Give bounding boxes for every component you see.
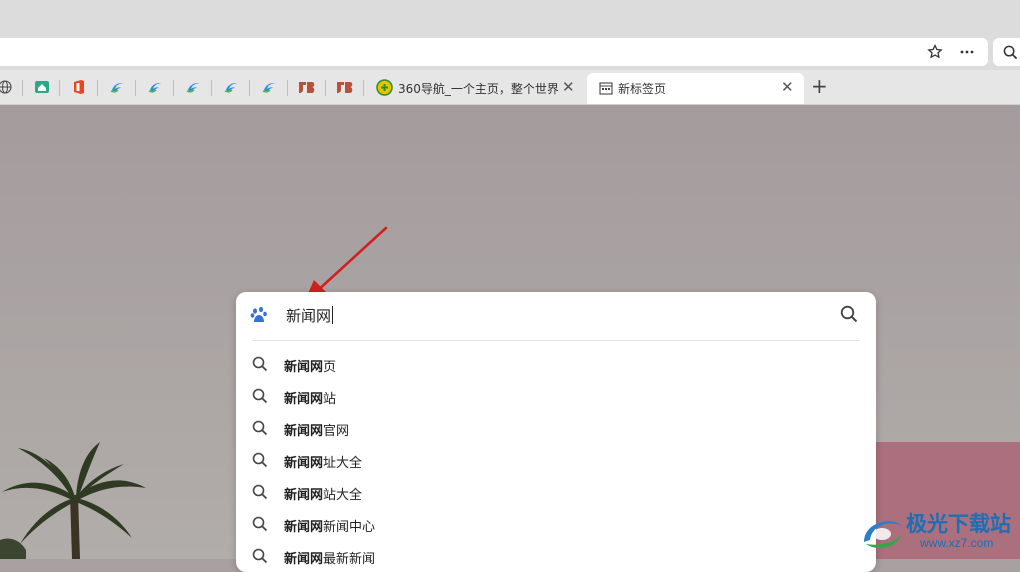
suggestion-text: 新闻网页 [284,360,337,375]
search-icon [252,516,268,532]
360-logo-icon [375,78,393,96]
globe-icon[interactable] [0,78,14,96]
aurora-logo-icon [864,521,902,549]
search-icon [252,420,268,436]
tab-new-tab[interactable]: 新标签页 ✕ [587,73,804,104]
watermark-url: www.xz7.com [920,536,994,550]
tab-divider [173,80,174,96]
search-icon[interactable] [840,305,858,323]
office-icon[interactable] [70,78,88,96]
suggestion-item[interactable]: 新闻网址大全 [236,444,876,476]
address-row [0,34,1020,70]
swirl-logo-icon[interactable] [260,78,278,96]
suggestion-item[interactable]: 新闻网站 [236,380,876,412]
suggestion-item[interactable]: 新闻网新闻中心 [236,508,876,540]
tab-divider [135,80,136,96]
more-icon[interactable] [955,40,979,64]
address-bar[interactable] [0,38,988,66]
suggestion-text: 新闻网址大全 [284,456,363,471]
search-icon [252,484,268,500]
jb-logo-icon[interactable] [336,78,354,96]
suggestion-text: 新闻网最新新闻 [284,552,376,567]
tab-strip: 360导航_一个主页，整个世界 ✕ 新标签页 ✕ [0,70,1020,105]
close-icon[interactable]: ✕ [781,78,794,96]
suggestion-item[interactable]: 新闻网最新新闻 [236,540,876,572]
baidu-paw-icon [250,306,267,322]
tab-new-tab-title: 新标签页 [618,82,667,96]
watermark-title: 极光下载站 [906,512,1011,536]
suggestion-text: 新闻网新闻中心 [284,520,376,535]
tab-360-title[interactable]: 360导航_一个主页，整个世界 [398,80,559,97]
tab-divider [363,80,364,96]
suggestion-item[interactable]: 新闻网官网 [236,412,876,444]
red-arrow-annotation [306,226,388,298]
swirl-logo-icon[interactable] [222,78,240,96]
swirl-logo-icon[interactable] [146,78,164,96]
suggestion-text: 新闻网站 [284,392,337,407]
home-shield-icon[interactable] [33,78,51,96]
new-tab-button[interactable]: + [811,74,828,98]
search-icon [252,388,268,404]
search-icon [252,548,268,564]
search-input[interactable]: 新闻网 [286,305,334,326]
tab-divider [22,80,23,96]
swirl-logo-icon[interactable] [184,78,202,96]
tab-divider [211,80,212,96]
tab-divider [59,80,60,96]
tab-divider [97,80,98,96]
side-search-box[interactable] [993,38,1020,66]
suggestion-text: 新闻网站大全 [284,488,363,503]
watermark: 极光下载站 www.xz7.com [858,508,1020,559]
star-icon[interactable] [923,40,947,64]
jb-logo-icon[interactable] [298,78,316,96]
tab-divider [249,80,250,96]
suggestion-item[interactable]: 新闻网站大全 [236,476,876,508]
title-bar [0,0,1020,34]
search-icon [252,356,268,372]
swirl-logo-icon[interactable] [108,78,126,96]
suggestion-text: 新闻网官网 [284,424,350,439]
tab-divider [325,80,326,96]
tab-divider [287,80,288,96]
palm-tree-image [0,442,146,559]
new-tab-page-icon [597,79,615,97]
search-icon [252,452,268,468]
suggestion-item[interactable]: 新闻网页 [236,348,876,380]
search-suggestions-panel: 新闻网 新闻网页 新闻网站 新闻网官网 新闻网址大全 新闻网站大全 新闻网新闻中… [236,292,876,572]
text-caret [332,306,334,324]
divider [252,340,860,341]
search-icon[interactable] [1003,45,1018,60]
close-icon[interactable]: ✕ [562,78,575,96]
